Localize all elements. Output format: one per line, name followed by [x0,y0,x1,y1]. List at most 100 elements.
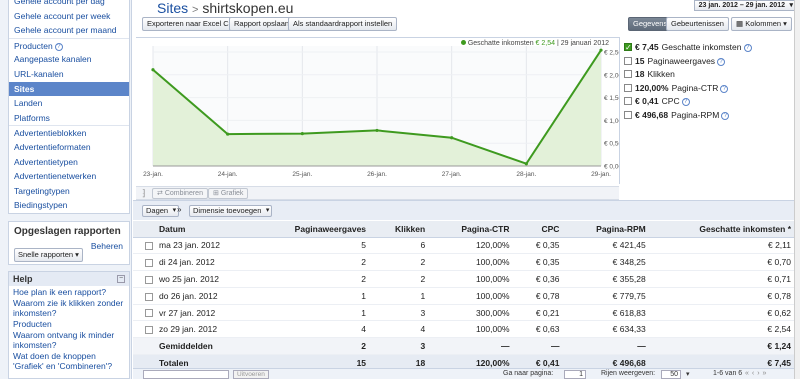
data-point [226,132,230,136]
column-header[interactable]: Pagina-RPM [565,221,652,238]
rows-dropdown-icon[interactable]: ▾ [686,370,690,378]
data-point [450,136,454,140]
row-checkbox[interactable] [145,292,153,301]
y-tick-label: € 1,50 [604,95,619,102]
column-header[interactable]: Paginaweergaves [255,221,373,238]
drag-handle-icon[interactable]: ⁆ [142,188,146,199]
sidebar-item[interactable]: Advertentienetwerken [9,169,129,184]
metric-label: CPC [661,96,680,106]
sidebar-item[interactable]: Advertentieformaten [9,140,129,155]
quick-reports-dropdown[interactable]: Snelle rapporten ▾ [14,248,83,262]
row-checkbox[interactable] [145,309,153,318]
column-header[interactable]: Pagina-CTR [431,221,516,238]
rows-label: Rijen weergeven: [601,370,656,377]
metric-checkbox[interactable] [624,56,632,65]
apply-button[interactable]: Uitvoeren [233,370,269,379]
help-link[interactable]: Waarom ontvang ik minder inkomsten? [9,330,129,350]
sidebar-item[interactable]: Gehele account per maand [9,23,129,38]
chevron-right-icon: » [177,205,182,214]
graph-button[interactable]: ⊞ Grafiek [208,188,249,199]
metric-option[interactable]: 15 Paginaweergaves? [624,55,798,69]
tab-events[interactable]: Gebeurtenissen [666,17,729,31]
sidebar-item-label: Landen [14,98,43,109]
help-link[interactable]: Producten [9,319,129,329]
page-input[interactable]: 1 [564,370,586,379]
metric-value: € 0,41 [635,96,659,106]
help-title: Help [9,272,129,286]
help-icon[interactable]: ? [717,57,726,66]
help-icon[interactable]: ? [681,98,690,106]
help-link[interactable]: Waarom zie ik klikken zonder inkomsten? [9,298,129,318]
sidebar-item[interactable]: Targetingtypen [9,184,129,199]
rows-select[interactable]: 50 [661,370,681,379]
sidebar-item[interactable]: Biedingstypen [9,198,129,213]
metric-option[interactable]: 120,00% Pagina-CTR? [624,82,798,96]
metric-checklist: € 7,45Geschatte inkomsten?15Paginaweerga… [624,41,798,122]
save-report-button[interactable]: Rapport opslaan [229,17,295,31]
granularity-dropdown[interactable]: Dagen [142,205,180,217]
sidebar-item[interactable]: Landen [9,96,129,111]
sidebar-item[interactable]: Producten? [9,37,129,53]
table-row: ma 23 jan. 2012 5 6 120,00% € 0,35 € 421,45 € … [133,237,797,255]
table-cell: 1 [255,287,373,305]
sidebar-item[interactable]: URL-kanalen [9,67,129,82]
page-nav-icons[interactable]: «‹›» [745,370,769,377]
add-dimension-dropdown[interactable]: Dimensie toevoegen [189,205,273,217]
metric-checkbox[interactable] [624,97,632,105]
sidebar-item[interactable]: Gehele account per dag [9,0,129,9]
metric-option[interactable]: € 496,68 Pagina-RPM? [624,109,798,123]
table-cell: € 0,78 [651,287,797,305]
table-cell: € 0,36 [515,270,566,288]
sidebar-item[interactable]: Aangepaste kanalen [9,52,129,67]
sidebar-item[interactable]: Sites [9,81,129,97]
table-cell: 4 [372,320,432,339]
table-cell: € 2,11 [651,237,797,255]
help-link[interactable]: Wat doen de knoppen 'Grafiek' en 'Combin… [9,351,129,371]
metric-option[interactable]: 18 Klikken [624,68,798,82]
sidebar-item[interactable]: Advertentieblokken [9,125,129,140]
metric-checkbox[interactable] [624,110,632,119]
table-cell: 100,00% [431,287,516,305]
date-range-picker[interactable]: 23 jan. 2012 – 29 jan. 2012 [693,0,796,11]
set-default-report-button[interactable]: Als standaardrapport instellen [288,17,398,31]
metric-checkbox[interactable] [624,70,632,78]
collapse-icon[interactable]: − [117,275,125,283]
manage-link[interactable]: Beheren [91,241,123,251]
columns-dropdown[interactable]: ▦ Kolommen ▾ [731,17,792,31]
row-checkbox[interactable] [145,275,153,284]
help-icon[interactable]: ? [54,42,63,51]
sidebar-item-label: Advertentienetwerken [14,171,97,182]
help-icon[interactable]: ? [721,111,730,120]
sidebar-item-label: Advertentieformaten [14,141,91,152]
table-cell: 100,00% [431,253,516,272]
help-icon[interactable]: ? [743,44,752,52]
row-checkbox[interactable] [145,326,153,335]
column-header[interactable]: Klikken [372,221,432,238]
row-checkbox[interactable] [145,242,153,251]
help-link[interactable]: Hoe plan ik een rapport? [9,287,129,297]
table-cell: € 0,62 [651,304,797,322]
column-header[interactable]: CPC [515,221,566,238]
sidebar-item[interactable]: Platforms [9,111,129,126]
metric-checkbox[interactable] [624,83,632,92]
page-range: 1-6 van 6 [713,370,743,377]
breadcrumb-sites[interactable]: Sites [157,0,188,16]
sidebar-item-label: Advertentieblokken [14,128,87,139]
metric-checkbox[interactable] [624,41,632,55]
column-header[interactable]: Datum [153,221,256,238]
metric-option[interactable]: € 7,45Geschatte inkomsten? [624,41,798,55]
scrollbar[interactable] [794,0,800,379]
filter-input[interactable] [143,370,229,379]
site-name: shirtskopen.eu [202,0,294,16]
table-cell: 2 [255,270,373,288]
sidebar-item[interactable]: Gehele account per week [9,9,129,24]
help-icon[interactable]: ? [720,84,729,93]
column-header[interactable]: Geschatte inkomsten * [651,221,797,238]
metric-option[interactable]: € 0,41 CPC? [624,95,798,109]
table-cell: € 0,35 [515,253,566,272]
table-cell: € 0,35 [515,237,566,255]
row-checkbox[interactable] [145,258,153,267]
sidebar-item[interactable]: Advertentietypen [9,155,129,170]
y-tick-label: € 1,00 [604,118,619,125]
combine-button[interactable]: ⇄ Combineren [152,188,208,199]
